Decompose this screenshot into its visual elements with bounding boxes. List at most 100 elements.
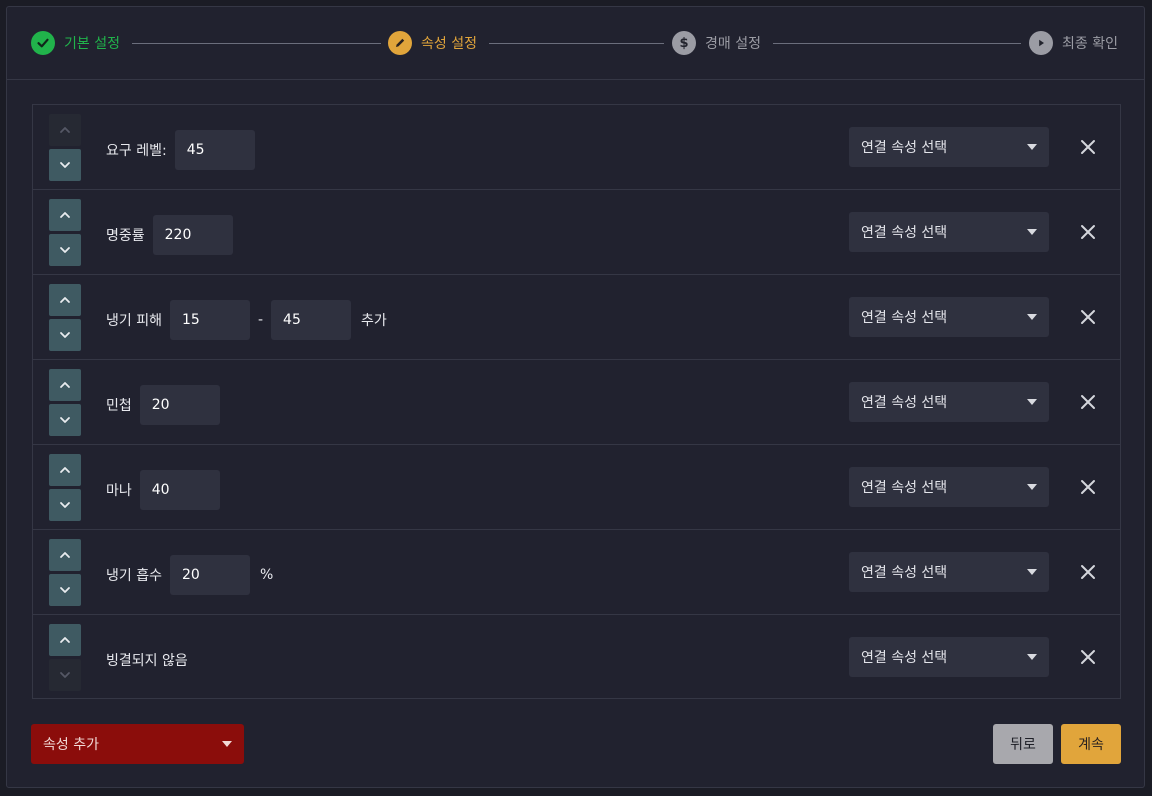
value-input[interactable] xyxy=(174,130,255,170)
property-row: 명중률 연결 속성 선택 xyxy=(33,190,1120,275)
move-down-button[interactable] xyxy=(49,149,81,181)
close-icon xyxy=(1081,225,1095,239)
move-up-button[interactable] xyxy=(49,539,81,571)
chevron-down-icon xyxy=(60,672,70,678)
min-value-input[interactable] xyxy=(169,300,250,340)
chevron-up-icon xyxy=(60,127,70,133)
remove-button[interactable] xyxy=(1076,220,1100,244)
select-placeholder: 연결 속성 선택 xyxy=(861,140,948,156)
remove-button[interactable] xyxy=(1076,475,1100,499)
linked-property-select[interactable]: 연결 속성 선택 xyxy=(849,637,1049,677)
close-icon xyxy=(1081,140,1095,154)
move-up-button[interactable] xyxy=(49,624,81,656)
linked-property-select[interactable]: 연결 속성 선택 xyxy=(849,467,1049,507)
property-label: 냉기 흡수 xyxy=(106,568,162,584)
value-input[interactable] xyxy=(152,215,233,255)
property-list: 요구 레벨: 연결 속성 선택 명중률 연결 xyxy=(32,104,1121,699)
editor-panel: 기본 설정 속성 설정 $ 경매 설정 최종 확인 요구 레벨: 45 연결 속… xyxy=(6,6,1145,788)
move-down-button xyxy=(49,659,81,691)
select-placeholder: 연결 속성 선택 xyxy=(861,650,948,666)
chevron-up-icon xyxy=(60,382,70,388)
move-up-button[interactable] xyxy=(49,454,81,486)
property-label: 요구 레벨: xyxy=(106,143,167,159)
chevron-down-icon xyxy=(60,417,70,423)
step-property-settings[interactable]: 속성 설정 xyxy=(388,31,477,55)
close-icon xyxy=(1081,650,1095,664)
property-row: 민첩 연결 속성 선택 xyxy=(33,360,1120,445)
range-separator: - xyxy=(257,312,264,328)
property-row: 빙결되지 않음 연결 속성 선택 xyxy=(33,615,1120,700)
linked-property-select[interactable]: 연결 속성 선택 xyxy=(849,297,1049,337)
select-placeholder: 연결 속성 선택 xyxy=(861,310,948,326)
add-property-label: 속성 추가 xyxy=(43,737,99,753)
move-up-button xyxy=(49,114,81,146)
value-input[interactable] xyxy=(139,470,220,510)
chevron-down-icon xyxy=(60,587,70,593)
move-up-button[interactable] xyxy=(49,369,81,401)
property-row: 냉기 흡수 % 연결 속성 선택 xyxy=(33,530,1120,615)
property-label: 명중률 xyxy=(106,228,145,244)
close-icon xyxy=(1081,565,1095,579)
max-value-input[interactable] xyxy=(271,300,352,340)
remove-button[interactable] xyxy=(1076,645,1100,669)
step-label: 속성 설정 xyxy=(421,36,477,52)
linked-property-select[interactable]: 연결 속성 선택 xyxy=(849,382,1049,422)
stepper: 기본 설정 속성 설정 $ 경매 설정 최종 확인 xyxy=(7,7,1144,80)
remove-button[interactable] xyxy=(1076,560,1100,584)
close-icon xyxy=(1081,310,1095,324)
move-down-button[interactable] xyxy=(49,234,81,266)
value-input[interactable] xyxy=(169,555,250,595)
move-up-button[interactable] xyxy=(49,284,81,316)
step-auction-settings[interactable]: $ 경매 설정 xyxy=(672,31,761,55)
chevron-up-icon xyxy=(60,552,70,558)
property-label: 마나 xyxy=(106,483,132,499)
property-row: 요구 레벨: 연결 속성 선택 xyxy=(33,105,1120,190)
remove-button[interactable] xyxy=(1076,135,1100,159)
step-basic-settings[interactable]: 기본 설정 xyxy=(31,31,120,55)
move-down-button[interactable] xyxy=(49,319,81,351)
move-down-button[interactable] xyxy=(49,489,81,521)
caret-down-icon xyxy=(1027,569,1037,575)
close-icon xyxy=(1081,480,1095,494)
chevron-down-icon xyxy=(60,162,70,168)
chevron-up-icon xyxy=(60,297,70,303)
property-label: 냉기 피해 xyxy=(106,313,162,329)
caret-down-icon xyxy=(222,741,232,747)
chevron-down-icon xyxy=(60,502,70,508)
step-label: 경매 설정 xyxy=(705,36,761,52)
move-down-button[interactable] xyxy=(49,404,81,436)
remove-button[interactable] xyxy=(1076,390,1100,414)
step-connector xyxy=(132,43,381,44)
select-placeholder: 연결 속성 선택 xyxy=(861,395,948,411)
caret-down-icon xyxy=(1027,314,1037,320)
property-label: 민첩 xyxy=(106,398,132,414)
chevron-up-icon xyxy=(60,637,70,643)
add-property-select[interactable]: 속성 추가 xyxy=(31,724,244,764)
value-input[interactable] xyxy=(139,385,220,425)
play-icon xyxy=(1029,31,1053,55)
step-connector xyxy=(489,43,664,44)
linked-property-select[interactable]: 연결 속성 선택 xyxy=(849,552,1049,592)
move-up-button[interactable] xyxy=(49,199,81,231)
caret-down-icon xyxy=(1027,654,1037,660)
check-icon xyxy=(31,31,55,55)
caret-down-icon xyxy=(1027,144,1037,150)
step-connector xyxy=(773,43,1021,44)
chevron-down-icon xyxy=(60,247,70,253)
dollar-icon: $ xyxy=(672,31,696,55)
continue-button[interactable]: 계속 xyxy=(1061,724,1121,764)
linked-property-select[interactable]: 연결 속성 선택 xyxy=(849,212,1049,252)
back-button[interactable]: 뒤로 xyxy=(993,724,1053,764)
remove-button[interactable] xyxy=(1076,305,1100,329)
select-placeholder: 연결 속성 선택 xyxy=(861,480,948,496)
linked-property-select[interactable]: 연결 속성 선택 xyxy=(849,127,1049,167)
chevron-down-icon xyxy=(60,332,70,338)
chevron-up-icon xyxy=(60,212,70,218)
select-placeholder: 연결 속성 선택 xyxy=(861,565,948,581)
property-row: 냉기 피해 - 추가 연결 속성 선택 xyxy=(33,275,1120,360)
step-final-review[interactable]: 최종 확인 xyxy=(1029,31,1118,55)
select-placeholder: 연결 속성 선택 xyxy=(861,225,948,241)
property-row: 마나 연결 속성 선택 xyxy=(33,445,1120,530)
move-down-button[interactable] xyxy=(49,574,81,606)
property-label: 빙결되지 않음 xyxy=(106,653,188,669)
